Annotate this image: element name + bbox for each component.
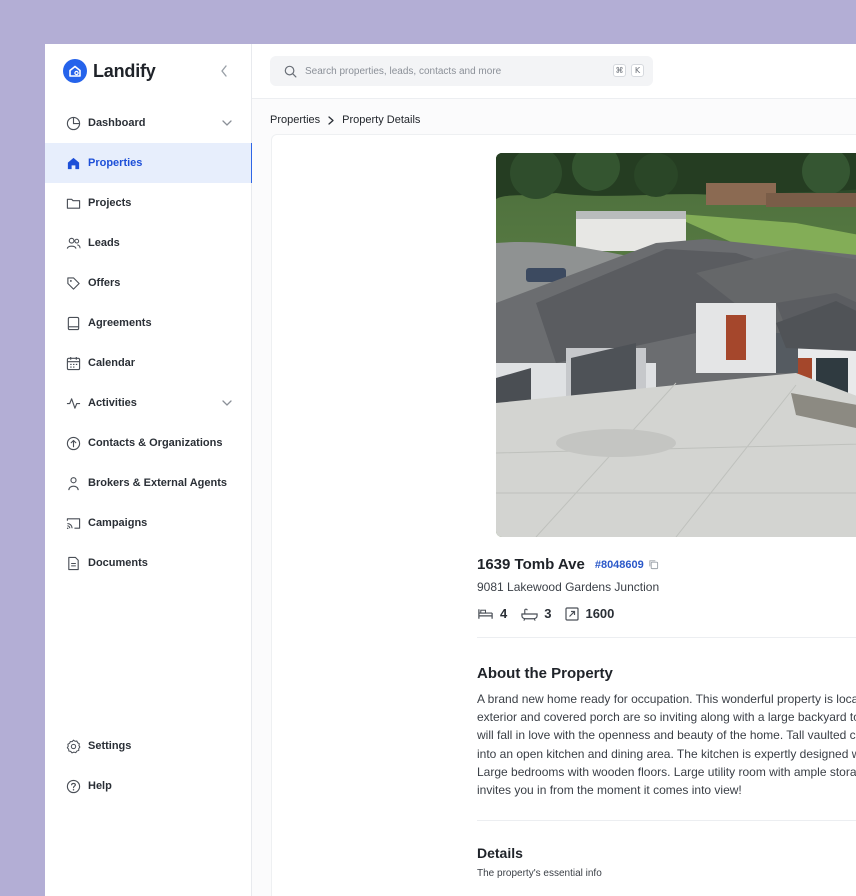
sidebar-item-label: Contacts & Organizations (88, 437, 223, 449)
about-line: will fall in love with the openness and … (477, 728, 856, 743)
about-line: Large bedrooms with wooden floors. Large… (477, 764, 856, 779)
gear-icon (65, 738, 81, 754)
area-spec: 1600 (565, 606, 614, 621)
sidebar-bottom-nav: Settings Help (45, 726, 252, 806)
divider (477, 637, 856, 638)
chevron-right-icon (328, 115, 334, 125)
property-id[interactable]: #8048609 (595, 559, 644, 571)
about-line: exterior and covered porch are so inviti… (477, 710, 856, 725)
bed-icon (477, 607, 494, 621)
area-icon (565, 606, 580, 621)
breadcrumb: Properties Property Details (270, 114, 420, 126)
beds-value: 4 (500, 606, 508, 621)
property-address: 9081 Lakewood Gardens Junction (477, 580, 660, 594)
shortcut-cmd-key: ⌘ (613, 64, 626, 77)
user-icon (65, 475, 81, 491)
beds-spec: 4 (477, 606, 507, 621)
top-bar: ⌘ K (252, 44, 856, 99)
sidebar-item-calendar[interactable]: Calendar (45, 343, 252, 383)
sidebar-item-label: Dashboard (88, 117, 146, 129)
sidebar-item-label: Properties (88, 157, 143, 169)
sidebar-item-contacts[interactable]: Contacts & Organizations (45, 423, 252, 463)
cast-icon (65, 515, 81, 531)
sidebar-item-documents[interactable]: Documents (45, 543, 252, 583)
sidebar-item-label: Settings (88, 740, 132, 752)
brand-name: Landify (93, 60, 156, 81)
sidebar-item-campaigns[interactable]: Campaigns (45, 503, 252, 543)
home-icon (65, 155, 81, 171)
folder-icon (65, 195, 81, 211)
pie-chart-icon (65, 115, 81, 131)
copy-icon[interactable] (648, 559, 659, 570)
sidebar-item-label: Projects (88, 197, 132, 209)
about-heading: About the Property (477, 665, 613, 682)
about-line: into an open kitchen and dining area. Th… (477, 746, 856, 761)
brand[interactable]: Landify (63, 58, 156, 84)
search-input[interactable] (305, 65, 605, 77)
about-line: invites you in from the moment it comes … (477, 783, 742, 798)
search-icon (284, 65, 297, 78)
breadcrumb-current: Property Details (342, 114, 421, 126)
collapse-sidebar-icon[interactable] (217, 62, 231, 80)
search-bar[interactable]: ⌘ K (270, 56, 653, 86)
details-subtitle: The property's essential info (477, 868, 602, 879)
about-line: A brand new home ready for occupation. T… (477, 692, 856, 706)
sidebar-item-label: Agreements (88, 317, 152, 329)
sidebar-item-label: Campaigns (88, 517, 148, 529)
bathtub-icon (521, 607, 538, 621)
baths-spec: 3 (521, 606, 551, 621)
property-title-row: 1639 Tomb Ave #8048609 (477, 556, 659, 573)
sidebar-item-offers[interactable]: Offers (45, 263, 252, 303)
sidebar-item-label: Leads (88, 237, 120, 249)
breadcrumb-parent-link[interactable]: Properties (270, 114, 320, 126)
main-area: ⌘ K Properties Property Details (252, 44, 856, 896)
baths-value: 3 (544, 606, 552, 621)
sidebar-item-activities[interactable]: Activities (45, 383, 252, 423)
sidebar-item-help[interactable]: Help (45, 766, 252, 806)
sidebar-item-agreements[interactable]: Agreements (45, 303, 252, 343)
sidebar-item-label: Brokers & External Agents (88, 477, 227, 489)
shortcut-k-key: K (631, 64, 644, 77)
sidebar: Landify Dashboard Properties Projects Le… (45, 44, 253, 896)
property-main-photo[interactable] (496, 153, 856, 537)
property-specs: 4 3 1600 (477, 606, 628, 621)
chevron-down-icon[interactable] (220, 396, 234, 410)
users-icon (65, 235, 81, 251)
app-window: Landify Dashboard Properties Projects Le… (45, 44, 856, 896)
sidebar-item-projects[interactable]: Projects (45, 183, 252, 223)
file-icon (65, 555, 81, 571)
landify-logo-icon (63, 59, 87, 83)
sidebar-item-label: Help (88, 780, 112, 792)
tag-icon (65, 275, 81, 291)
area-value: 1600 (585, 606, 615, 621)
sidebar-item-dashboard[interactable]: Dashboard (45, 103, 252, 143)
sidebar-item-settings[interactable]: Settings (45, 726, 252, 766)
sidebar-item-label: Documents (88, 557, 148, 569)
divider (477, 820, 856, 821)
sidebar-item-label: Calendar (88, 357, 136, 369)
property-title: 1639 Tomb Ave (477, 556, 585, 573)
sidebar-item-leads[interactable]: Leads (45, 223, 252, 263)
details-heading: Details (477, 845, 523, 861)
activity-icon (65, 395, 81, 411)
circle-arrow-icon (65, 435, 81, 451)
sidebar-item-label: Offers (88, 277, 121, 289)
about-description: A brand new home ready for occupation. T… (477, 690, 856, 799)
sidebar-item-brokers[interactable]: Brokers & External Agents (45, 463, 252, 503)
help-icon (65, 778, 81, 794)
sidebar-nav: Dashboard Properties Projects Leads Offe… (45, 103, 253, 583)
sidebar-item-label: Activities (88, 397, 137, 409)
calendar-icon (65, 355, 81, 371)
book-icon (65, 315, 81, 331)
sidebar-item-properties[interactable]: Properties (45, 143, 253, 183)
chevron-down-icon[interactable] (220, 116, 234, 130)
